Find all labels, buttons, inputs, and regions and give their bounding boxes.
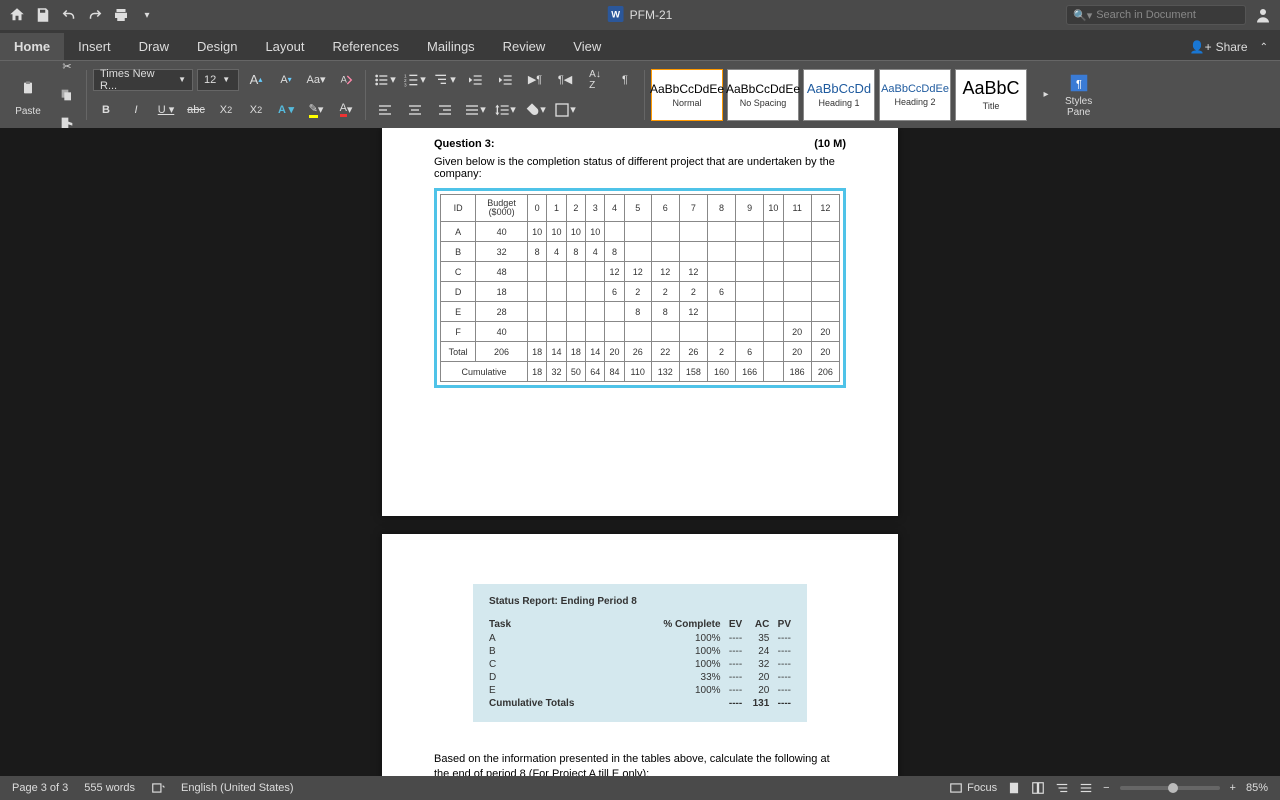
styles-gallery: AaBbCcDdEeNormalAaBbCcDdEeNo SpacingAaBb…	[651, 69, 1027, 121]
page-indicator[interactable]: Page 3 of 3	[12, 782, 68, 794]
tab-design[interactable]: Design	[183, 33, 251, 60]
paste-button[interactable]	[12, 72, 44, 104]
zoom-label[interactable]: 85%	[1246, 782, 1268, 794]
zoom-slider[interactable]	[1120, 786, 1220, 790]
tab-references[interactable]: References	[319, 33, 413, 60]
borders-icon[interactable]: ▾	[552, 98, 578, 122]
svg-text:W: W	[611, 9, 620, 19]
align-left-icon[interactable]	[372, 98, 398, 122]
style-heading-2[interactable]: AaBbCcDdEeHeading 2	[879, 69, 951, 121]
numbering-icon[interactable]: 123▾	[402, 68, 428, 92]
change-case-icon[interactable]: Aa▾	[303, 68, 329, 92]
text-effects-icon[interactable]: A ▾	[273, 98, 299, 122]
question-label: Question 3:	[434, 138, 495, 150]
superscript-button[interactable]: X2	[243, 98, 269, 122]
multilevel-icon[interactable]: ▾	[432, 68, 458, 92]
web-layout-icon[interactable]	[1031, 781, 1045, 795]
sort-icon[interactable]: A↓Z	[582, 68, 608, 92]
align-right-icon[interactable]	[432, 98, 458, 122]
zoom-in-button[interactable]: +	[1230, 782, 1236, 794]
ribbon: Paste ✂ Times New R...▼ 12▼ A▴ A▾ Aa▾ A …	[0, 60, 1280, 128]
status-report-box: Status Report: Ending Period 8 Task% Com…	[473, 584, 807, 722]
zoom-out-button[interactable]: −	[1103, 782, 1109, 794]
cut-icon[interactable]: ✂	[54, 55, 80, 79]
ribbon-tabs: HomeInsertDrawDesignLayoutReferencesMail…	[0, 30, 1280, 60]
font-color-icon[interactable]: A▾	[333, 98, 359, 122]
status-bar: Page 3 of 3 555 words English (United St…	[0, 776, 1280, 800]
print-layout-icon[interactable]	[1007, 781, 1021, 795]
style-no-spacing[interactable]: AaBbCcDdEeNo Spacing	[727, 69, 799, 121]
bold-button[interactable]: B	[93, 98, 119, 122]
italic-button[interactable]: I	[123, 98, 149, 122]
user-icon[interactable]	[1254, 6, 1272, 24]
outline-icon[interactable]	[1055, 781, 1069, 795]
share-icon: 👤+	[1190, 40, 1212, 54]
style-normal[interactable]: AaBbCcDdEeNormal	[651, 69, 723, 121]
font-name-select[interactable]: Times New R...▼	[93, 69, 193, 91]
justify-icon[interactable]: ▾	[462, 98, 488, 122]
ltr-icon[interactable]: ▶¶	[522, 68, 548, 92]
styles-pane-button[interactable]: ¶ Styles Pane	[1065, 72, 1092, 118]
draft-icon[interactable]	[1079, 781, 1093, 795]
question-marks: (10 M)	[814, 138, 846, 150]
decrease-indent-icon[interactable]	[462, 68, 488, 92]
home-icon[interactable]	[8, 6, 26, 24]
increase-font-icon[interactable]: A▴	[243, 68, 269, 92]
save-icon[interactable]	[34, 6, 52, 24]
tab-draw[interactable]: Draw	[125, 33, 183, 60]
styles-more-icon[interactable]: ▸	[1033, 83, 1059, 107]
redo-icon[interactable]	[86, 6, 104, 24]
doc-title: PFM-21	[630, 8, 673, 22]
tab-layout[interactable]: Layout	[251, 33, 318, 60]
svg-text:¶: ¶	[1076, 78, 1082, 90]
paste-group: Paste	[8, 72, 48, 117]
word-count[interactable]: 555 words	[84, 782, 135, 794]
tab-review[interactable]: Review	[489, 33, 560, 60]
titlebar: ▾ W PFM-21 🔍▾ Search in Document	[0, 0, 1280, 30]
project-table-wrap: IDBudget($000)0123456789101112A401010101…	[434, 188, 846, 388]
question-text: Given below is the completion status of …	[434, 156, 846, 180]
share-button[interactable]: 👤+ Share ⌃	[1178, 34, 1280, 60]
style-title[interactable]: AaBbCTitle	[955, 69, 1027, 121]
subscript-button[interactable]: X2	[213, 98, 239, 122]
search-icon: 🔍▾	[1073, 9, 1092, 22]
status-table: Task% CompleteEVACPVA100%----35----B100%…	[489, 617, 791, 710]
show-marks-icon[interactable]: ¶	[612, 68, 638, 92]
qat-more-icon[interactable]: ▾	[138, 6, 156, 24]
underline-button[interactable]: U ▾	[153, 98, 179, 122]
print-icon[interactable]	[112, 6, 130, 24]
paste-label: Paste	[15, 106, 41, 117]
project-table: IDBudget($000)0123456789101112A401010101…	[440, 194, 840, 382]
copy-icon[interactable]	[54, 83, 80, 107]
followup-para: Based on the information presented in th…	[434, 752, 846, 776]
word-icon: W	[608, 6, 624, 25]
spellcheck-icon[interactable]	[151, 781, 165, 795]
search-input[interactable]: 🔍▾ Search in Document	[1066, 5, 1246, 25]
page-3-top: Question 3: (10 M) Given below is the co…	[382, 128, 898, 516]
bullets-icon[interactable]: ▾	[372, 68, 398, 92]
font-size-select[interactable]: 12▼	[197, 69, 239, 91]
align-center-icon[interactable]	[402, 98, 428, 122]
clear-format-icon[interactable]: A	[333, 68, 359, 92]
tab-mailings[interactable]: Mailings	[413, 33, 489, 60]
document-canvas[interactable]: Question 3: (10 M) Given below is the co…	[0, 128, 1280, 776]
shading-icon[interactable]: ▾	[522, 98, 548, 122]
svg-text:A: A	[341, 74, 348, 84]
language-indicator[interactable]: English (United States)	[181, 782, 294, 794]
focus-button[interactable]: Focus	[949, 781, 997, 795]
style-heading-1[interactable]: AaBbCcDdHeading 1	[803, 69, 875, 121]
increase-indent-icon[interactable]	[492, 68, 518, 92]
page-3-bottom: Status Report: Ending Period 8 Task% Com…	[382, 534, 898, 776]
undo-icon[interactable]	[60, 6, 78, 24]
line-spacing-icon[interactable]: ▾	[492, 98, 518, 122]
highlight-icon[interactable]: ✎▾	[303, 98, 329, 122]
strikethrough-button[interactable]: abc	[183, 98, 209, 122]
tab-view[interactable]: View	[559, 33, 615, 60]
collapse-ribbon-icon[interactable]: ⌃	[1260, 42, 1268, 53]
decrease-font-icon[interactable]: A▾	[273, 68, 299, 92]
status-title: Status Report: Ending Period 8	[489, 596, 791, 607]
svg-text:3: 3	[404, 82, 407, 87]
rtl-icon[interactable]: ¶◀	[552, 68, 578, 92]
